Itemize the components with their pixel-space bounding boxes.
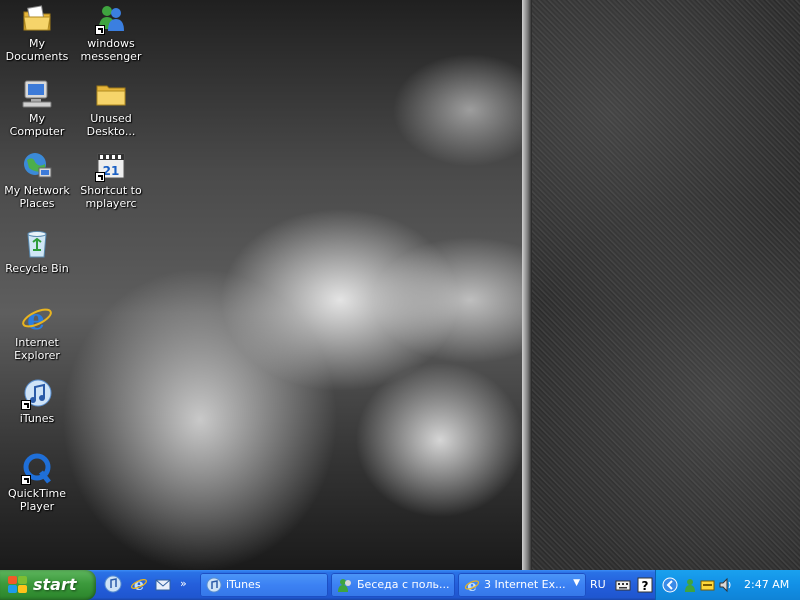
windows-messenger-icon <box>95 3 127 35</box>
taskbar-button-internet-explorer-group[interactable]: e 3 Internet Ex... ▼ <box>458 573 586 597</box>
system-tray: 2:47 AM <box>655 570 800 600</box>
shortcut-arrow-icon <box>21 400 31 410</box>
svg-text:e: e <box>467 577 477 593</box>
folder-icon <box>95 78 127 110</box>
taskbar-button-label: Беседа с поль... <box>357 578 450 591</box>
notification-icon[interactable] <box>700 577 716 593</box>
network-places-icon <box>21 150 53 182</box>
desktop-icon-label: QuickTime Player <box>7 487 67 513</box>
messenger-conversation-icon <box>337 577 353 593</box>
svg-text:e: e <box>134 575 144 593</box>
internet-explorer-icon: e <box>464 577 480 595</box>
taskbar: start e » iTunes Беседа с поль... e 3 In… <box>0 570 800 600</box>
show-hidden-icons-arrow[interactable] <box>662 577 678 593</box>
language-indicator[interactable]: RU <box>590 578 606 591</box>
quicktime-icon <box>21 453 53 485</box>
chevron-down-icon: ▼ <box>573 578 580 588</box>
desktop-icon-label: My Network Places <box>4 184 70 210</box>
keyboard-icon[interactable] <box>615 577 631 593</box>
desktop-icon-label: My Computer <box>9 112 65 138</box>
desktop-icon-unused-desktop-shortcuts[interactable]: Unused Deskto... <box>74 78 148 138</box>
taskbar-button-label: 3 Internet Ex... <box>484 578 566 591</box>
taskbar-button-messenger-conversation[interactable]: Беседа с поль... <box>331 573 455 597</box>
taskbar-button-itunes[interactable]: iTunes <box>200 573 328 597</box>
desktop-icon-label: Internet Explorer <box>14 336 60 362</box>
itunes-icon <box>21 378 53 410</box>
desktop-icon-label: My Documents <box>5 37 69 63</box>
messenger-status-icon[interactable] <box>682 577 698 593</box>
my-computer-icon <box>21 78 53 110</box>
start-label: start <box>33 575 77 594</box>
svg-text:e: e <box>27 303 45 334</box>
my-documents-icon <box>21 3 53 35</box>
desktop-icon-mplayerc[interactable]: 21 Shortcut to mplayerc <box>74 150 148 210</box>
internet-explorer-quicklaunch-icon[interactable]: e <box>130 575 150 595</box>
recycle-bin-icon <box>21 228 53 260</box>
clock[interactable]: 2:47 AM <box>744 578 789 591</box>
svg-text:?: ? <box>642 579 649 593</box>
shortcut-arrow-icon <box>95 25 105 35</box>
desktop[interactable]: My Documents windows messenger My Comput… <box>0 0 800 570</box>
shortcut-arrow-icon <box>21 475 31 485</box>
wallpaper-stone-wall <box>527 0 800 570</box>
desktop-icon-internet-explorer[interactable]: e Internet Explorer <box>0 302 74 362</box>
outlook-express-quicklaunch-icon[interactable] <box>154 575 174 595</box>
desktop-icon-my-network-places[interactable]: My Network Places <box>0 150 74 210</box>
desktop-icon-my-documents[interactable]: My Documents <box>0 3 74 63</box>
desktop-icon-windows-messenger[interactable]: windows messenger <box>74 3 148 63</box>
quick-launch-overflow-button[interactable]: » <box>180 577 187 590</box>
desktop-icon-my-computer[interactable]: My Computer <box>0 78 74 138</box>
desktop-icon-quicktime-player[interactable]: QuickTime Player <box>0 453 74 513</box>
internet-explorer-icon: e <box>21 302 53 336</box>
desktop-icon-label: Shortcut to mplayerc <box>80 184 142 210</box>
desktop-icon-label: Unused Deskto... <box>86 112 136 138</box>
desktop-icon-itunes[interactable]: iTunes <box>0 378 74 425</box>
windows-logo-icon <box>8 576 28 594</box>
desktop-icon-label: windows messenger <box>80 37 142 63</box>
itunes-quicklaunch-icon[interactable] <box>104 575 124 595</box>
shortcut-arrow-icon <box>95 172 105 182</box>
mplayerc-icon: 21 <box>95 150 127 182</box>
itunes-icon <box>206 577 222 593</box>
start-button[interactable]: start <box>0 570 96 600</box>
wallpaper-wall-edge <box>522 0 532 570</box>
desktop-icon-recycle-bin[interactable]: Recycle Bin <box>0 228 74 275</box>
help-icon[interactable]: ? <box>637 577 653 593</box>
desktop-icon-label: iTunes <box>19 412 55 425</box>
volume-icon[interactable] <box>718 577 734 593</box>
taskbar-button-label: iTunes <box>226 578 261 591</box>
svg-text:21: 21 <box>103 164 120 178</box>
desktop-icon-label: Recycle Bin <box>5 262 69 275</box>
